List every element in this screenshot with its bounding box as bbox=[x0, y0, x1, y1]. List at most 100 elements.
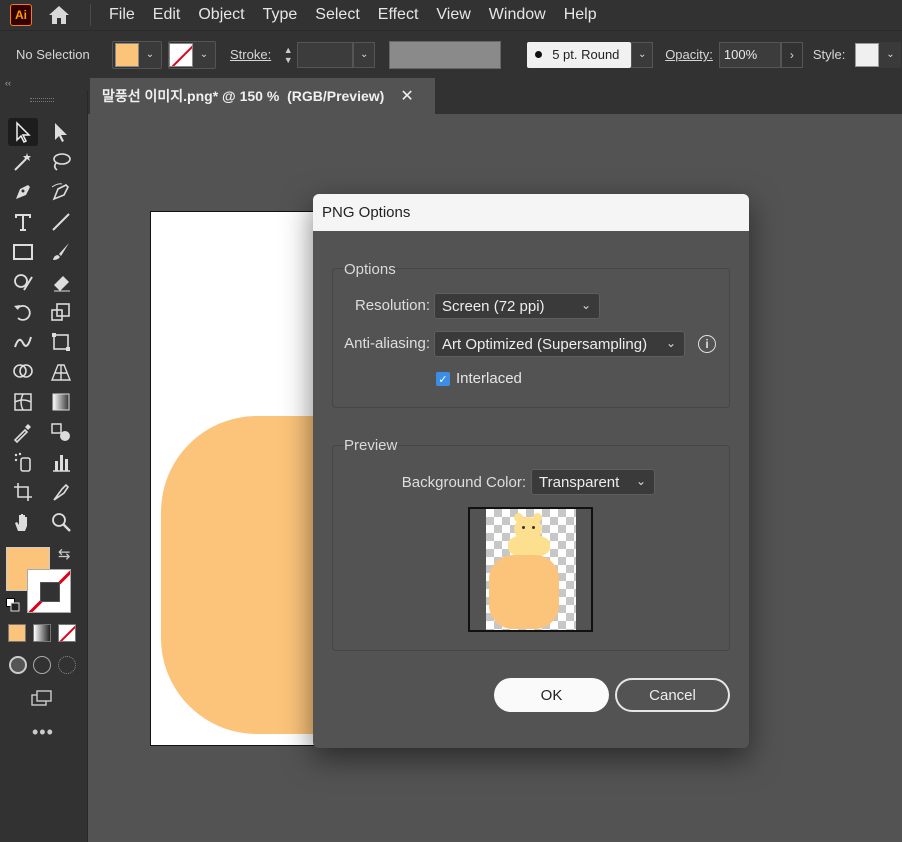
background-color-select[interactable]: Transparent ⌄ bbox=[531, 469, 655, 495]
hand-tool-icon[interactable] bbox=[8, 508, 38, 536]
resolution-select[interactable]: Screen (72 ppi) ⌄ bbox=[434, 293, 600, 319]
interlaced-label[interactable]: Interlaced bbox=[456, 370, 522, 387]
default-colors-icon[interactable] bbox=[6, 598, 20, 612]
preview-legend: Preview bbox=[344, 437, 398, 454]
antialiasing-select[interactable]: Art Optimized (Supersampling) ⌄ bbox=[434, 331, 685, 357]
warp-tool-icon[interactable] bbox=[8, 328, 38, 356]
zoom-tool-icon[interactable] bbox=[46, 508, 76, 536]
none-mode-icon[interactable] bbox=[58, 624, 76, 642]
curvature-tool-icon[interactable] bbox=[46, 178, 76, 206]
opacity-label[interactable]: Opacity: bbox=[665, 47, 713, 62]
control-bar: No Selection ⌄ ⌄ Stroke: ▲ ▼ ⌄ 5 pt. Roun… bbox=[0, 30, 902, 78]
brush-definition-dropdown[interactable]: 5 pt. Round bbox=[527, 41, 632, 68]
background-color-value: Transparent bbox=[539, 473, 620, 491]
png-options-dialog: PNG Options Options Resolution: Screen (… bbox=[313, 194, 749, 748]
eyedropper-tool-icon[interactable] bbox=[8, 418, 38, 446]
draw-inside-icon[interactable] bbox=[58, 656, 76, 674]
column-graph-tool-icon[interactable] bbox=[46, 448, 76, 476]
menu-divider bbox=[90, 4, 91, 26]
symbol-sprayer-tool-icon[interactable] bbox=[8, 448, 38, 476]
selection-tool-icon[interactable] bbox=[8, 118, 38, 146]
home-icon[interactable] bbox=[46, 4, 72, 26]
screen-mode-icon[interactable] bbox=[26, 684, 56, 712]
fill-swatch[interactable] bbox=[115, 42, 139, 67]
pen-tool-icon[interactable] bbox=[8, 178, 38, 206]
tools-panel: ⇆ ••• bbox=[0, 90, 88, 842]
antialiasing-value: Art Optimized (Supersampling) bbox=[442, 335, 648, 353]
chevron-down-icon: ⌄ bbox=[665, 336, 676, 350]
mesh-tool-icon[interactable] bbox=[8, 388, 38, 416]
line-tool-icon[interactable] bbox=[46, 208, 76, 236]
color-mode-icon[interactable] bbox=[8, 624, 26, 642]
bear-eye-right bbox=[532, 526, 535, 529]
style-swatch[interactable] bbox=[855, 42, 880, 67]
chevron-down-icon[interactable]: ⌄ bbox=[353, 41, 376, 68]
shaper-tool-icon[interactable] bbox=[8, 268, 38, 296]
preview-speech-bubble bbox=[489, 555, 559, 629]
rectangle-tool-icon[interactable] bbox=[8, 238, 38, 266]
cancel-button[interactable]: Cancel bbox=[615, 678, 730, 712]
scale-tool-icon[interactable] bbox=[46, 298, 76, 326]
ok-button[interactable]: OK bbox=[494, 678, 609, 712]
rotate-tool-icon[interactable] bbox=[8, 298, 38, 326]
style-label: Style: bbox=[812, 47, 846, 62]
direct-selection-tool-icon[interactable] bbox=[46, 118, 76, 146]
paintbrush-tool-icon[interactable] bbox=[46, 238, 76, 266]
stroke-label[interactable]: Stroke: bbox=[230, 47, 271, 62]
gradient-tool-icon[interactable] bbox=[46, 388, 76, 416]
collapse-panel-icon[interactable]: ‹‹ bbox=[5, 78, 11, 88]
chevron-down-icon[interactable]: ⌄ bbox=[139, 41, 161, 68]
menu-edit[interactable]: Edit bbox=[153, 6, 181, 24]
brush-dot-icon bbox=[535, 51, 543, 58]
fill-color-dropdown[interactable]: ⌄ bbox=[112, 40, 162, 69]
perspective-grid-tool-icon[interactable] bbox=[46, 358, 76, 386]
chevron-down-icon[interactable]: ⌄ bbox=[193, 41, 215, 68]
menu-file[interactable]: File bbox=[109, 6, 135, 24]
blend-tool-icon[interactable] bbox=[46, 418, 76, 446]
eraser-tool-icon[interactable] bbox=[46, 268, 76, 296]
chevron-right-icon[interactable]: › bbox=[780, 41, 803, 68]
swap-fill-stroke-icon[interactable]: ⇆ bbox=[58, 545, 71, 563]
type-tool-icon[interactable] bbox=[8, 208, 38, 236]
close-icon[interactable]: ✕ bbox=[400, 86, 413, 106]
chevron-down-icon[interactable]: ⌄ bbox=[631, 41, 654, 68]
stroke-color-swatch[interactable] bbox=[27, 569, 71, 613]
panel-grip[interactable] bbox=[30, 98, 54, 102]
menu-type[interactable]: Type bbox=[263, 6, 298, 24]
menu-help[interactable]: Help bbox=[564, 6, 597, 24]
free-transform-tool-icon[interactable] bbox=[46, 328, 76, 356]
document-tab[interactable]: 말풍선 이미지.png* @ 150 % (RGB/Preview) ✕ bbox=[90, 78, 435, 114]
chevron-down-icon[interactable]: ⌄ bbox=[879, 41, 902, 68]
draw-normal-icon[interactable] bbox=[9, 656, 27, 674]
stroke-color-dropdown[interactable]: ⌄ bbox=[168, 40, 216, 69]
stroke-none-swatch[interactable] bbox=[169, 42, 193, 67]
opacity-input[interactable]: 100% bbox=[718, 41, 781, 68]
menu-select[interactable]: Select bbox=[315, 6, 359, 24]
antialiasing-label: Anti-aliasing: bbox=[344, 335, 430, 352]
interlaced-checkbox[interactable]: ✓ bbox=[436, 372, 450, 386]
shape-builder-tool-icon[interactable] bbox=[8, 358, 38, 386]
illustrator-logo: Ai bbox=[10, 4, 32, 26]
slice-tool-icon[interactable] bbox=[46, 478, 76, 506]
menu-view[interactable]: View bbox=[436, 6, 470, 24]
resolution-value: Screen (72 ppi) bbox=[442, 297, 545, 315]
menu-object[interactable]: Object bbox=[198, 6, 244, 24]
artboard-tool-icon[interactable] bbox=[8, 478, 38, 506]
lasso-tool-icon[interactable] bbox=[46, 148, 76, 176]
menu-bar: Ai File Edit Object Type Select Effect V… bbox=[0, 0, 902, 30]
menu-window[interactable]: Window bbox=[489, 6, 546, 24]
magic-wand-tool-icon[interactable] bbox=[8, 148, 38, 176]
menu-effect[interactable]: Effect bbox=[378, 6, 419, 24]
speech-bubble-shape[interactable] bbox=[161, 416, 329, 734]
more-tools-icon[interactable]: ••• bbox=[32, 722, 54, 743]
stroke-inner-box bbox=[40, 582, 60, 602]
artboard[interactable] bbox=[150, 211, 330, 746]
info-icon[interactable]: i bbox=[698, 335, 716, 353]
gradient-mode-icon[interactable] bbox=[33, 624, 51, 642]
draw-behind-icon[interactable] bbox=[33, 656, 51, 674]
dialog-title: PNG Options bbox=[313, 194, 749, 231]
stroke-weight-input[interactable] bbox=[297, 41, 354, 68]
selection-status: No Selection bbox=[16, 47, 90, 62]
stroke-weight-stepper[interactable]: ▲ ▼ bbox=[279, 42, 297, 68]
variable-width-profile[interactable] bbox=[389, 40, 502, 69]
